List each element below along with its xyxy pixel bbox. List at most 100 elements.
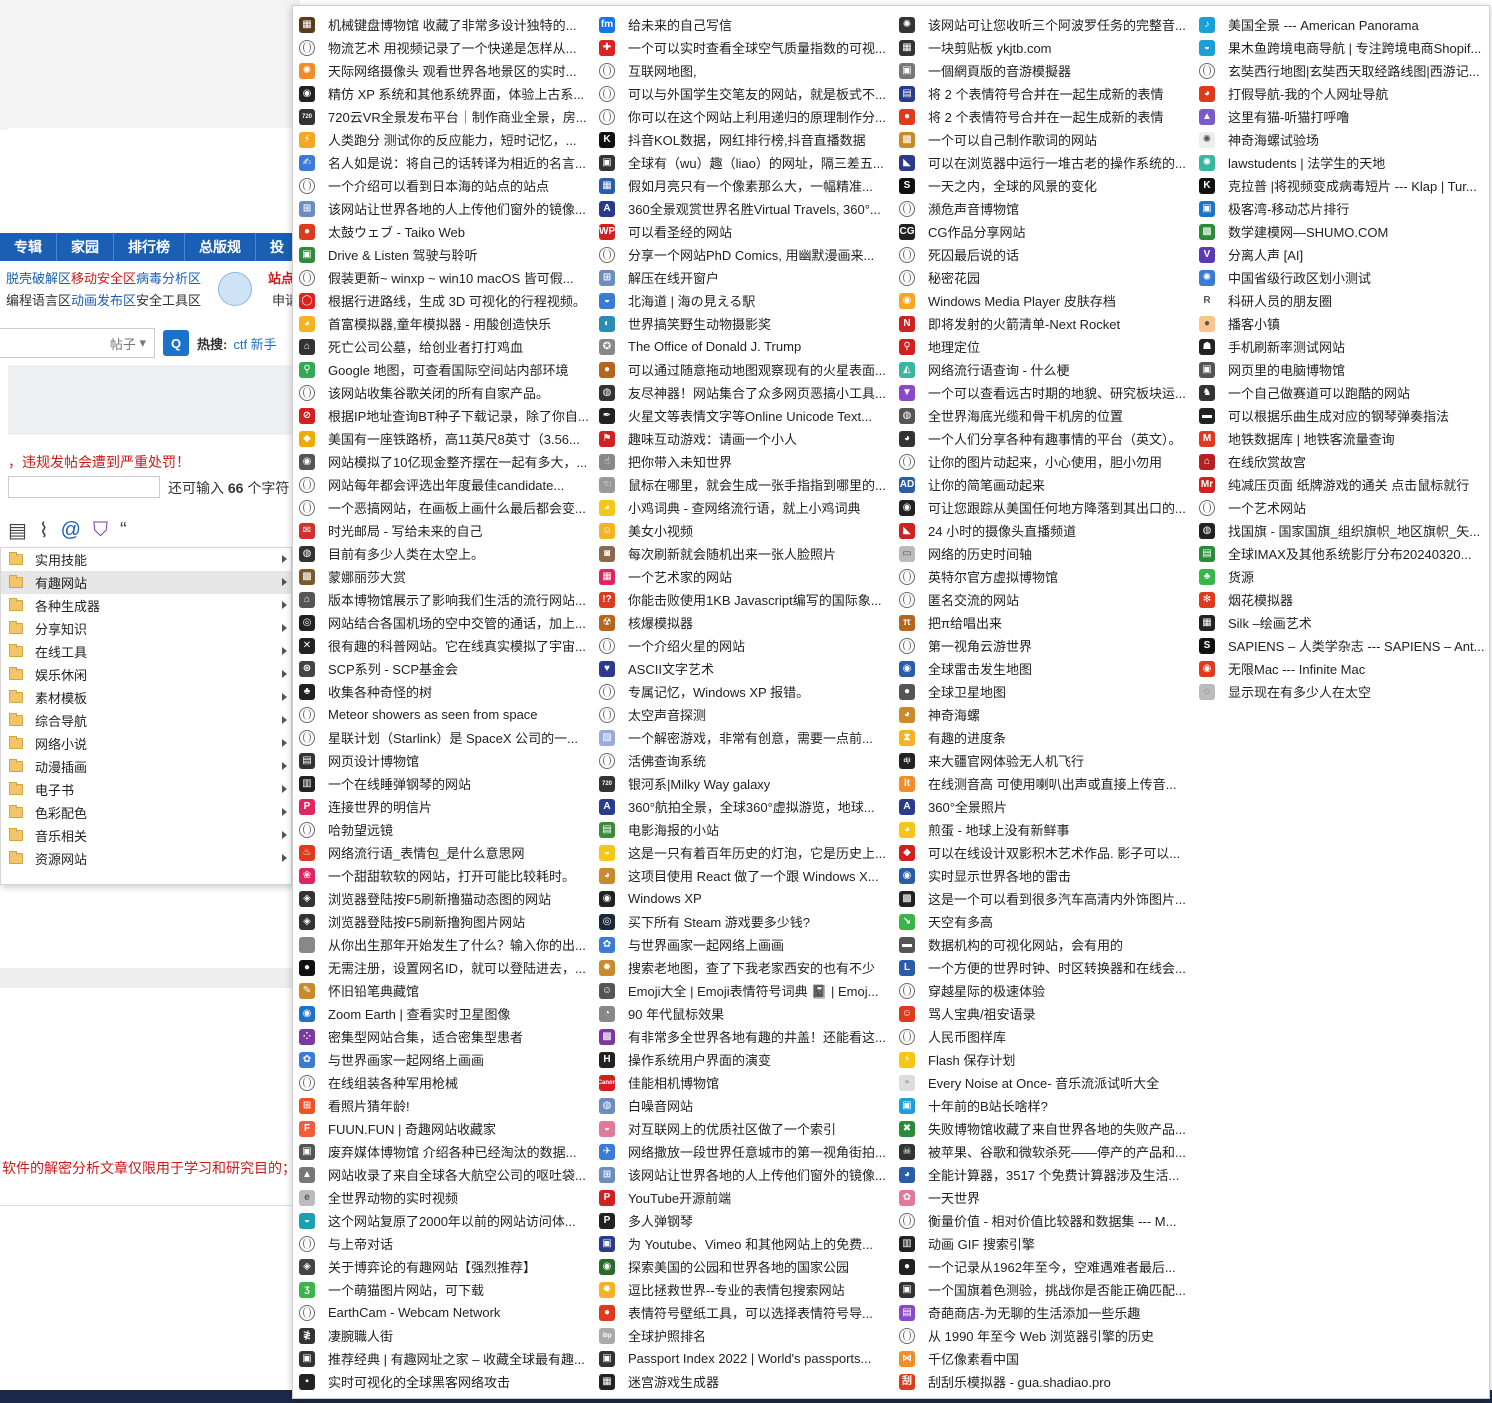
bookmark-item[interactable]: ☺ Emoji大全 | Emoji表情符号词典 📓 | Emoj...: [593, 979, 893, 1002]
bookmark-item[interactable]: ▣ 网页里的电脑博物馆: [1193, 358, 1492, 381]
bookmark-item[interactable]: Canon 佳能相机博物馆: [593, 1071, 893, 1094]
bookmark-item[interactable]: ▣ Drive & Listen 驾驶与聆听: [293, 243, 593, 266]
bookmark-item[interactable]: ⚡ 人类跑分 测试你的反应能力，短时记忆，...: [293, 128, 593, 151]
bookmark-item[interactable]: ◕ 打假导航-我的个人网址导航: [1193, 82, 1492, 105]
bookmark-item[interactable]: R 科研人员的朋友圈: [1193, 289, 1492, 312]
bookmark-item[interactable]: ◕ 一个人们分享各种有趣事情的平台（英文）。: [893, 427, 1193, 450]
bookmark-item[interactable]: ◒ 这个网站复原了2000年以前的网站访问体...: [293, 1209, 593, 1232]
bookmark-item[interactable]: ⋈ 千亿像素看中国: [893, 1347, 1193, 1370]
bookmark-item[interactable]: L 一个方便的世界时钟、时区转换器和在线会...: [893, 956, 1193, 979]
bookmark-item[interactable]: ▬ 可以根据乐曲生成对应的钢琴弹奏指法: [1193, 404, 1492, 427]
bookmark-item[interactable]: ✍ 名人如是说：将自己的话转译为相近的名言...: [293, 151, 593, 174]
bookmark-item[interactable]: ◕ 小鸡词典 - 查网络流行语，就上小鸡词典: [593, 496, 893, 519]
bookmark-item[interactable]: ʒ 一个萌猫图片网站，可下载: [293, 1278, 593, 1301]
bookmark-item[interactable]: 720 银河系|Milky Way galaxy: [593, 772, 893, 795]
bookmark-item[interactable]: ◉ 精仿 XP 系统和其他系统界面，体验上古系...: [293, 82, 593, 105]
bookmark-item[interactable]: ▬ 数据机构的可视化网站，会有用的: [893, 933, 1193, 956]
bookmark-item[interactable]: ◆ 可以在线设计双影积木艺术作品. 影子可以...: [893, 841, 1193, 864]
folder-item[interactable]: 实用技能: [1, 548, 291, 571]
bookmark-item[interactable]: ❀ 一个甜甜软软的网站，打开可能比较耗时。: [293, 864, 593, 887]
bookmark-item[interactable]: ✎ 怀旧铅笔典藏馆: [293, 979, 593, 1002]
bookmark-item[interactable]: ◐ 世界搞笑野生动物摄影奖: [593, 312, 893, 335]
bookmark-item[interactable]: ◎ 买下所有 Steam 游戏要多少钱?: [593, 910, 893, 933]
bookmark-item[interactable]: ◣ 24 小时的摄像头直播频道: [893, 519, 1193, 542]
bookmark-item[interactable]: 星联计划（Starlink）是 SpaceX 公司的一...: [293, 726, 593, 749]
bookmark-item[interactable]: 与上帝对话: [293, 1232, 593, 1255]
bookmark-item[interactable]: ▤ 电影海报的小站: [593, 818, 893, 841]
bookmark-item[interactable]: ◕ 煎蛋 - 地球上没有新鲜事: [893, 818, 1193, 841]
bookmark-item[interactable]: ♣ 收集各种奇怪的树: [293, 680, 593, 703]
bookmark-item[interactable]: ibp 全球护照排名: [593, 1324, 893, 1347]
bookmark-item[interactable]: ▲ 这里有猫-听猫打呼噜: [1193, 105, 1492, 128]
bookmark-item[interactable]: ▦ 一个艺术家的网站: [593, 565, 893, 588]
bookmark-item[interactable]: ◒ 果木鱼跨境电商导航 | 专注跨境电商Shopif...: [1193, 36, 1492, 59]
bookmark-item[interactable]: CG CG作品分享网站: [893, 220, 1193, 243]
bookmark-item[interactable]: ◉ 可让您跟踪从美国任何地方降落到其出口的...: [893, 496, 1193, 519]
bookmark-item[interactable]: ▤ 将 2 个表情符号合并在一起生成新的表情: [893, 82, 1193, 105]
bookmark-item[interactable]: ◕ 这项目使用 React 做了一个跟 Windows X...: [593, 864, 893, 887]
bookmark-item[interactable]: π 把π给唱出来: [893, 611, 1193, 634]
bookmark-item[interactable]: ▧ 一个解密游戏，非常有创意，需要一点前...: [593, 726, 893, 749]
bookmark-item[interactable]: ⚲ Google 地图，可查看国际空间站内部环境: [293, 358, 593, 381]
bookmark-item[interactable]: ▣ 极客湾-移动芯片排行: [1193, 197, 1492, 220]
bookmark-item[interactable]: 从你出生那年开始发生了什么？输入你的出...: [293, 933, 593, 956]
bookmark-item[interactable]: ♞ 一个自己做赛道可以跑酷的网站: [1193, 381, 1492, 404]
bookmark-item[interactable]: ◉ 实时显示世界各地的雷击: [893, 864, 1193, 887]
bookmark-item[interactable]: ◈ 关于博弈论的有趣网站【强烈推荐】: [293, 1255, 593, 1278]
bookmark-item[interactable]: ● 太鼓ウェブ - Taiko Web: [293, 220, 593, 243]
bookmark-item[interactable]: ▲ 网站收录了来自全球各大航空公司的呕吐袋...: [293, 1163, 593, 1186]
bookmark-item[interactable]: ☢ 核爆模拟器: [593, 611, 893, 634]
bookmark-item[interactable]: ✿ 与世界画家一起网络上画画: [593, 933, 893, 956]
bookmark-item[interactable]: ✈ 网络撒放一段世界任意城市的第一视角街拍...: [593, 1140, 893, 1163]
bookmark-item[interactable]: ▩ 一个可以自己制作歌词的网站: [893, 128, 1193, 151]
bookmark-item[interactable]: 网站每年都会评选出年度最佳candidate...: [293, 473, 593, 496]
bookmark-item[interactable]: ▭ 网络的历史时间轴: [893, 542, 1193, 565]
bookmark-item[interactable]: ▦ Silk –绘画艺术: [1193, 611, 1492, 634]
bookmark-item[interactable]: ⁘ 密集型网站合集，适合密集型患者: [293, 1025, 593, 1048]
folder-item[interactable]: 音乐相关: [1, 824, 291, 847]
bookmark-item[interactable]: 秘密花园: [893, 266, 1193, 289]
bookmark-item[interactable]: ◉ 无限Mac --- Infinite Mac: [1193, 657, 1492, 680]
bookmark-item[interactable]: ◭ 网络流行语查询 - 什么梗: [893, 358, 1193, 381]
bookmark-item[interactable]: ◕ 全能计算器，3517 个免费计算器涉及生活...: [893, 1163, 1193, 1186]
folder-item[interactable]: 综合导航: [1, 709, 291, 732]
bookmark-item[interactable]: ◈ 浏览器登陆按F5刷新撸狗图片网站: [293, 910, 593, 933]
folder-item[interactable]: 电子书: [1, 778, 291, 801]
bookmark-item[interactable]: A 360°航拍全景，全球360°虚拟游览，地球...: [593, 795, 893, 818]
bookmark-item[interactable]: ⌂ 版本博物馆展示了影响我们生活的流行网站...: [293, 588, 593, 611]
bookmark-item[interactable]: ▫ Every Noise at Once- 音乐流派试听大全: [893, 1071, 1193, 1094]
bookmark-item[interactable]: 活佛查询系统: [593, 749, 893, 772]
bookmark-item[interactable]: AD 让你的简笔画动起来: [893, 473, 1193, 496]
bookmark-item[interactable]: ◉ Windows XP: [593, 887, 893, 910]
bookmark-item[interactable]: F FUUN.FUN | 奇趣网站收藏家: [293, 1117, 593, 1140]
bookmark-item[interactable]: ▣ 全球有（wu）趣（liao）的网址，隔三差五...: [593, 151, 893, 174]
folder-item[interactable]: 各种生成器: [1, 594, 291, 617]
folder-item[interactable]: 动漫插画: [1, 755, 291, 778]
bookmark-item[interactable]: 720 720云VR全景发布平台｜制作商业全景，房...: [293, 105, 593, 128]
bookmark-item[interactable]: K 抖音KOL数据，网红排行榜,抖音直播数据: [593, 128, 893, 151]
bookmark-item[interactable]: H 操作系统用户界面的演变: [593, 1048, 893, 1071]
bookmark-item[interactable]: 一个艺术网站: [1193, 496, 1492, 519]
bookmark-item[interactable]: ◒ 这是一只有着百年历史的灯泡，它是历史上...: [593, 841, 893, 864]
bookmark-item[interactable]: ⌂ 在线欣赏故宫: [1193, 450, 1492, 473]
bookmark-item[interactable]: ◌ 显示现在有多少人在太空: [1193, 680, 1492, 703]
bookmark-item[interactable]: ▣ 一個網頁版的音游模擬器: [893, 59, 1193, 82]
bookmark-item[interactable]: M 地铁数据库 | 地铁客流量查询: [1193, 427, 1492, 450]
folder-item[interactable]: 网络小说: [1, 732, 291, 755]
bookmark-item[interactable]: 刮刮刮乐模拟器 - gua.shadiao.pro: [893, 1370, 1193, 1393]
bookmark-item[interactable]: 物流艺术 用视频记录了一个快递是怎样从...: [293, 36, 593, 59]
bookmark-item[interactable]: ☗ 手机刷新率测试网站: [1193, 335, 1492, 358]
bookmark-item[interactable]: ☠ 被苹果、谷歌和微软杀死——停产的产品和...: [893, 1140, 1193, 1163]
bookmark-item[interactable]: ▣ 为 Youtube、Vimeo 和其他网站上的免费...: [593, 1232, 893, 1255]
bookmark-item[interactable]: ● 表情符号壁纸工具，可以选择表情符号导...: [593, 1301, 893, 1324]
bookmark-item[interactable]: P 多人弹钢琴: [593, 1209, 893, 1232]
bookmark-item[interactable]: 第一视角云游世界: [893, 634, 1193, 657]
bookmark-item[interactable]: ☜ 鼠标在哪里，就会生成一张手指指到哪里的...: [593, 473, 893, 496]
bookmark-item[interactable]: ▤ 网页设计博物馆: [293, 749, 593, 772]
bookmark-item[interactable]: ▪ 实时可视化的全球黑客网络攻击: [293, 1370, 593, 1393]
bookmark-item[interactable]: ● 一个记录从1962年至今，空难遇难者最后...: [893, 1255, 1193, 1278]
bookmark-item[interactable]: V 分离人声 [AI]: [1193, 243, 1492, 266]
bookmark-item[interactable]: ▤ 奇葩商店-为无聊的生活添加一些乐趣: [893, 1301, 1193, 1324]
bookmark-item[interactable]: A 360°全景照片: [893, 795, 1193, 818]
bookmark-item[interactable]: ▦ 迷宫游戏生成器: [593, 1370, 893, 1393]
